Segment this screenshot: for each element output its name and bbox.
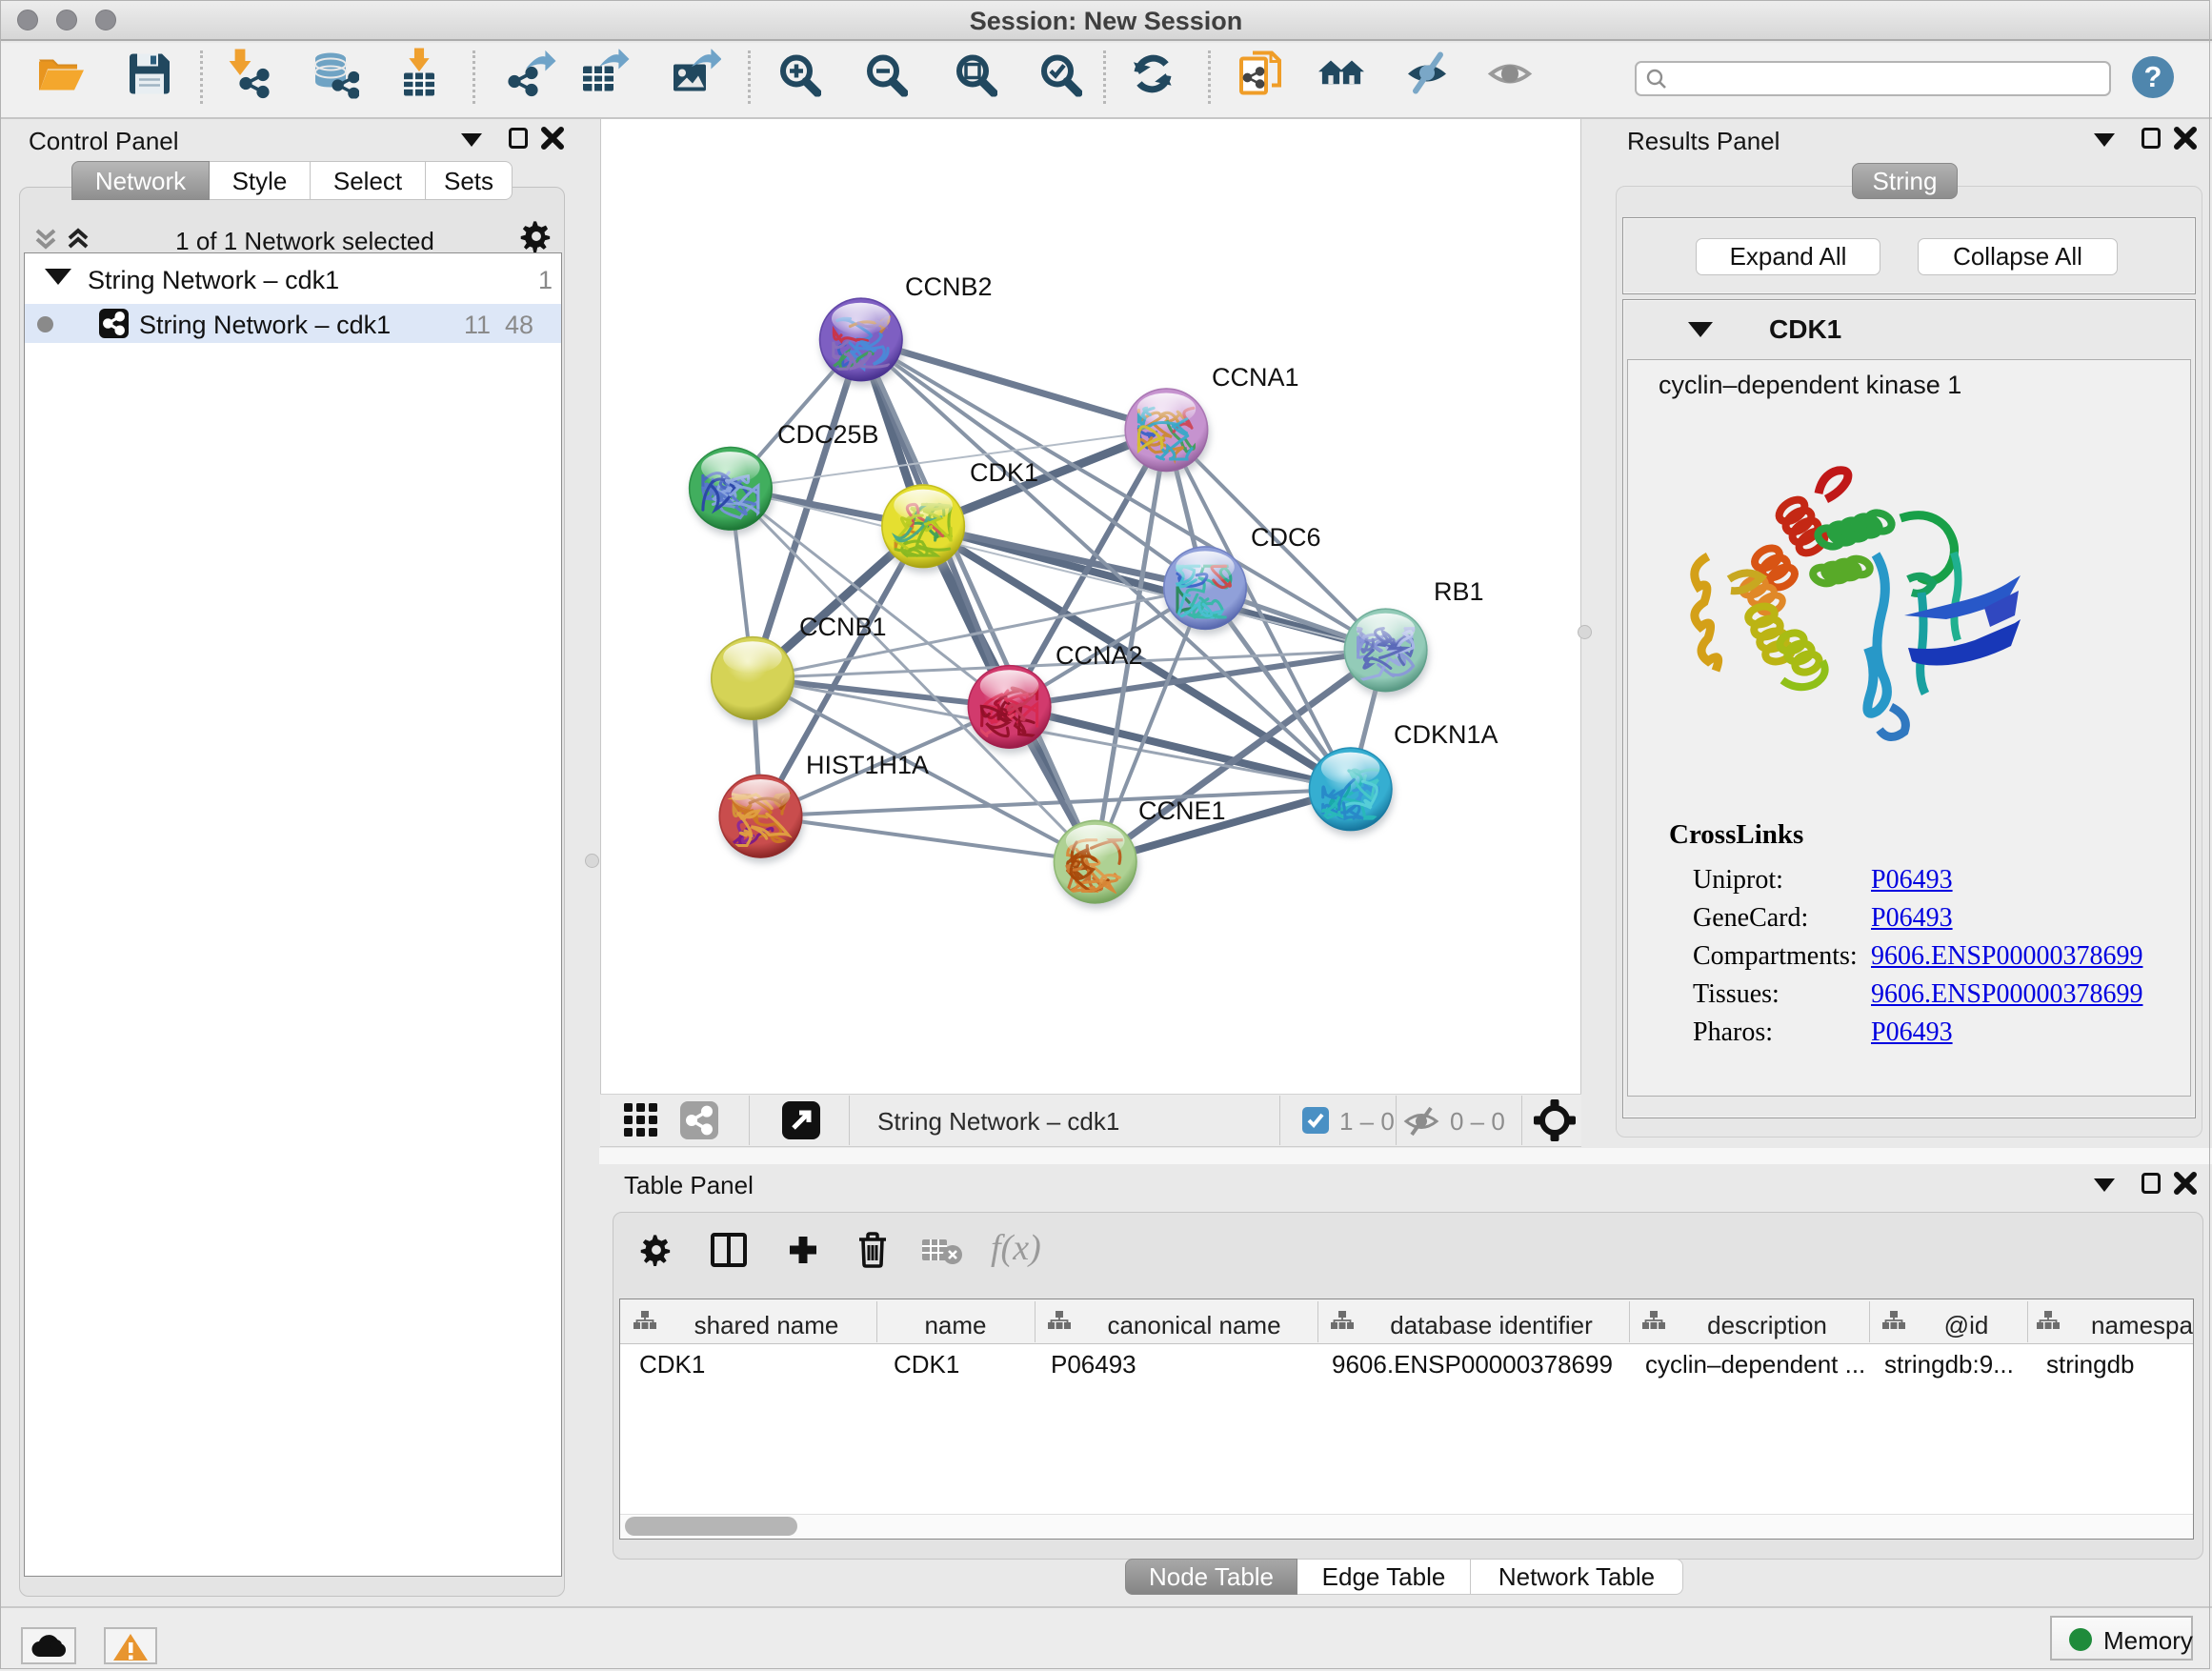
svg-text:CCNE1: CCNE1 xyxy=(1138,796,1226,825)
svg-text:CDKN1A: CDKN1A xyxy=(1394,720,1498,749)
svg-text:CCNA2: CCNA2 xyxy=(1056,641,1143,670)
svg-text:CCNB2: CCNB2 xyxy=(905,272,993,301)
svg-text:HIST1H1A: HIST1H1A xyxy=(806,751,929,779)
svg-text:CDC25B: CDC25B xyxy=(777,420,879,449)
svg-text:CCNB1: CCNB1 xyxy=(799,613,887,641)
svg-text:RB1: RB1 xyxy=(1434,577,1484,606)
svg-text:CDC6: CDC6 xyxy=(1251,523,1321,552)
svg-text:CDK1: CDK1 xyxy=(970,458,1038,487)
svg-text:CCNA1: CCNA1 xyxy=(1212,363,1299,392)
